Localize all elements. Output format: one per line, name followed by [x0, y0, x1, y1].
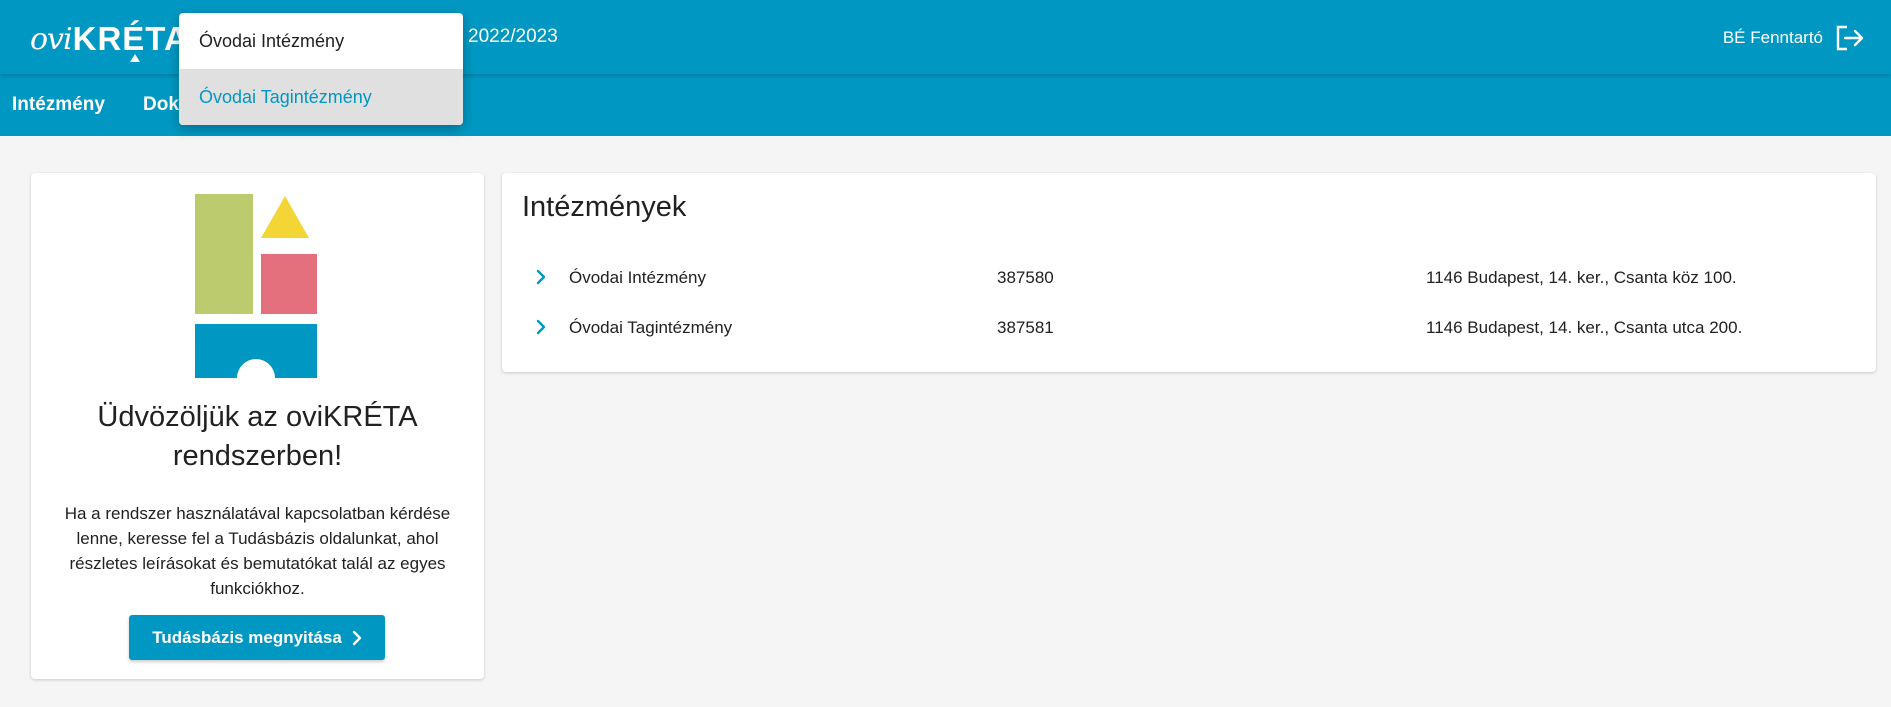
- institution-row[interactable]: Óvodai Tagintézmény 387581 1146 Budapest…: [502, 308, 1876, 348]
- welcome-description: Ha a rendszer használatával kapcsolatban…: [64, 504, 451, 598]
- school-year-selector[interactable]: 2022/2023: [468, 26, 558, 48]
- logo-triangle-mark: [130, 54, 140, 62]
- institution-address: 1146 Budapest, 14. ker., Csanta köz 100.: [1426, 268, 1737, 287]
- institution-code: 387581: [997, 318, 1054, 337]
- institution-address: 1146 Budapest, 14. ker., Csanta utca 200…: [1426, 318, 1743, 337]
- institution-code: 387580: [997, 268, 1054, 287]
- institutions-card: Intézmények Óvodai Intézmény 387580 1146…: [502, 173, 1876, 372]
- logout-icon[interactable]: [1835, 25, 1865, 51]
- nav-item-intezmeny[interactable]: Intézmény: [12, 94, 105, 116]
- logo-ovi-text: ovi: [30, 21, 73, 57]
- institution-name: Óvodai Tagintézmény: [569, 318, 733, 337]
- open-knowledge-base-label: Tudásbázis megnyitása: [152, 627, 342, 647]
- user-area: BÉ Fenntartó: [1723, 25, 1865, 51]
- chevron-right-icon[interactable]: [535, 318, 547, 336]
- dropdown-item-ovodai-intezmeny[interactable]: Óvodai Intézmény: [179, 13, 463, 69]
- ovikreta-logo[interactable]: ovi KRÉTA: [30, 16, 190, 62]
- institution-dropdown-menu: Óvodai Intézmény Óvodai Tagintézmény: [179, 13, 463, 125]
- logo-kreta-text: KRÉTA: [72, 20, 189, 57]
- open-knowledge-base-button[interactable]: Tudásbázis megnyitása: [129, 615, 385, 660]
- chevron-right-icon[interactable]: [535, 268, 547, 286]
- institution-row[interactable]: Óvodai Intézmény 387580 1146 Budapest, 1…: [502, 258, 1876, 298]
- welcome-card: Üdvözöljük az oviKRÉTA rendszerben! Ha a…: [31, 173, 484, 679]
- chevron-right-icon: [352, 630, 361, 645]
- dropdown-item-ovodai-tagintezmeny[interactable]: Óvodai Tagintézmény: [179, 69, 463, 125]
- building-blocks-illustration: [195, 194, 317, 378]
- welcome-title: Üdvözöljük az oviKRÉTA rendszerben!: [97, 401, 418, 472]
- nav-item-dokumentumok[interactable]: Dok: [143, 94, 179, 116]
- institutions-title: Intézmények: [522, 191, 687, 223]
- institution-name: Óvodai Intézmény: [569, 268, 707, 287]
- user-name: BÉ Fenntartó: [1722, 28, 1823, 47]
